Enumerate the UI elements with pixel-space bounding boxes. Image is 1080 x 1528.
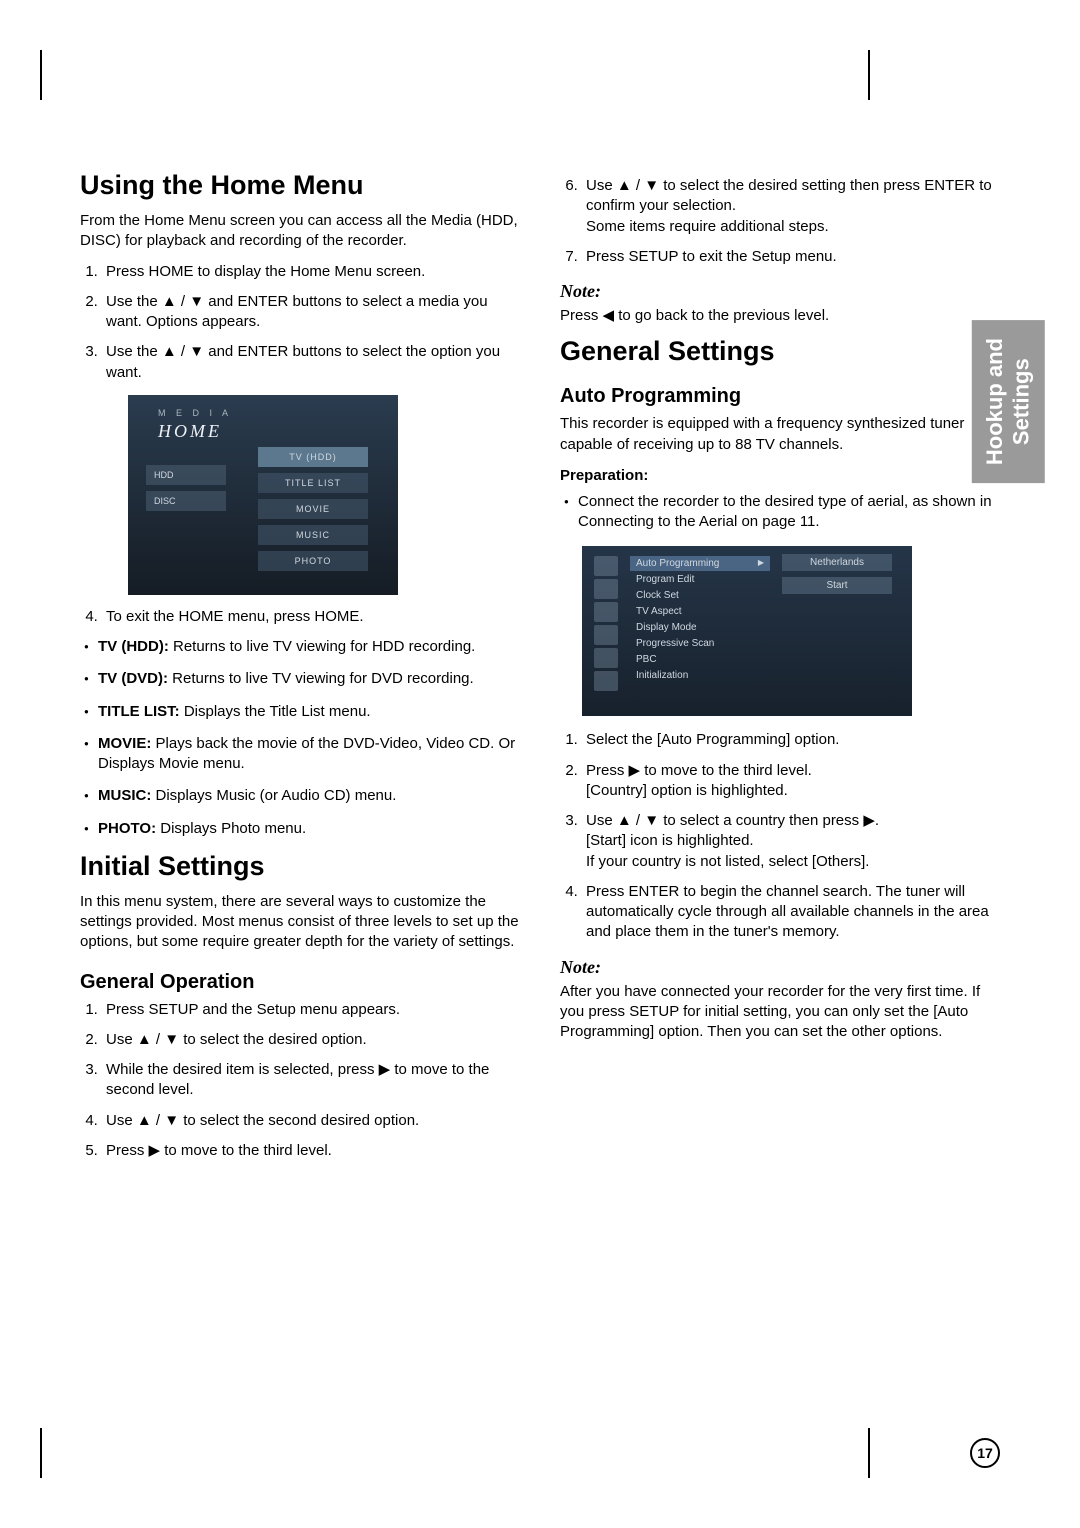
auto-step-2: Press ▶ to move to the third level. [Cou… xyxy=(582,761,1000,802)
right-icon: ▶ xyxy=(149,1142,161,1159)
genop-step-5: Press ▶ to move to the third level. xyxy=(102,1141,520,1161)
setup-icon xyxy=(594,625,618,645)
updown-icon: ▲ / ▼ xyxy=(162,343,204,360)
home-step-4: To exit the HOME menu, press HOME. xyxy=(102,607,520,627)
heading-initial-settings: Initial Settings xyxy=(80,851,520,882)
auto-intro: This recorder is equipped with a frequen… xyxy=(560,414,1000,455)
prep-bullets: Connect the recorder to the desired type… xyxy=(560,492,1000,533)
right-icon: ▶ xyxy=(379,1061,391,1078)
home-menu-screenshot: M E D I A HOME HDD DISC TV (HDD) TITLE L… xyxy=(128,395,398,595)
genop-step-7: Press SETUP to exit the Setup menu. xyxy=(582,247,1000,267)
genop-step-2: Use ▲ / ▼ to select the desired option. xyxy=(102,1030,520,1050)
heading-general-operation: General Operation xyxy=(80,971,520,994)
updown-icon: ▲ / ▼ xyxy=(162,293,204,310)
home-mock-right-item: TV (HDD) xyxy=(258,447,368,467)
general-op-steps: Press SETUP and the Setup menu appears. … xyxy=(80,1000,520,1162)
bullet-photo: PHOTO: Displays Photo menu. xyxy=(84,819,520,839)
bullet-title-list: TITLE LIST: Displays the Title List menu… xyxy=(84,702,520,722)
auto-steps: Select the [Auto Programming] option. Pr… xyxy=(560,730,1000,942)
setup-list-item: Clock Set xyxy=(630,588,770,603)
home-bullets: TV (HDD): Returns to live TV viewing for… xyxy=(80,637,520,839)
crop-mark xyxy=(40,50,68,100)
setup-opt: Start xyxy=(782,577,892,594)
updown-icon: ▲ / ▼ xyxy=(137,1112,179,1129)
heading-using-home-menu: Using the Home Menu xyxy=(80,170,520,201)
bullet-music: MUSIC: Displays Music (or Audio CD) menu… xyxy=(84,786,520,806)
home-intro: From the Home Menu screen you can access… xyxy=(80,211,520,252)
page-number: 17 xyxy=(970,1438,1000,1468)
bullet-movie: MOVIE: Plays back the movie of the DVD-V… xyxy=(84,734,520,775)
section-tab-line2: Settings xyxy=(1009,358,1034,445)
section-tab-line1: Hookup and xyxy=(982,338,1007,465)
home-step-3: Use the ▲ / ▼ and ENTER buttons to selec… xyxy=(102,342,520,595)
crop-mark xyxy=(842,50,870,100)
genop-step-1: Press SETUP and the Setup menu appears. xyxy=(102,1000,520,1020)
setup-list-item: Display Mode xyxy=(630,620,770,635)
setup-list-item: Progressive Scan xyxy=(630,636,770,651)
setup-icon xyxy=(594,556,618,576)
setup-menu-screenshot: Auto Programming Program Edit Clock Set … xyxy=(582,546,912,716)
initial-intro: In this menu system, there are several w… xyxy=(80,892,520,953)
home-mock-right-item: PHOTO xyxy=(258,551,368,571)
heading-auto-programming: Auto Programming xyxy=(560,385,1000,408)
setup-icon xyxy=(594,648,618,668)
genop-step-6: Use ▲ / ▼ to select the desired setting … xyxy=(582,176,1000,237)
heading-general-settings: General Settings xyxy=(560,336,1000,367)
setup-list-item: TV Aspect xyxy=(630,604,770,619)
home-mock-left-item: DISC xyxy=(146,491,226,511)
crop-mark xyxy=(40,1428,68,1478)
home-mock-right-item: MOVIE xyxy=(258,499,368,519)
note-label: Note: xyxy=(560,957,1000,978)
preparation-label: Preparation: xyxy=(560,467,1000,484)
setup-icon xyxy=(594,602,618,622)
setup-opt: Netherlands xyxy=(782,554,892,571)
right-icon: ▶ xyxy=(629,762,641,779)
home-step-1: Press HOME to display the Home Menu scre… xyxy=(102,262,520,282)
prep-bullet: Connect the recorder to the desired type… xyxy=(564,492,1000,533)
setup-list-item: Initialization xyxy=(630,668,770,683)
note-2: After you have connected your recorder f… xyxy=(560,982,1000,1043)
section-tab: Hookup and Settings xyxy=(972,320,1045,483)
right-column: Use ▲ / ▼ to select the desired setting … xyxy=(560,170,1000,1171)
auto-step-3: Use ▲ / ▼ to select a country then press… xyxy=(582,811,1000,872)
right-icon: ▶ xyxy=(863,812,875,829)
updown-icon: ▲ / ▼ xyxy=(617,177,659,194)
auto-step-1: Select the [Auto Programming] option. xyxy=(582,730,1000,750)
general-op-steps-cont: Use ▲ / ▼ to select the desired setting … xyxy=(560,176,1000,267)
home-mock-right-item: TITLE LIST xyxy=(258,473,368,493)
setup-icon xyxy=(594,671,618,691)
bullet-tv-dvd: TV (DVD): Returns to live TV viewing for… xyxy=(84,669,520,689)
auto-step-4: Press ENTER to begin the channel search.… xyxy=(582,882,1000,943)
setup-icon xyxy=(594,579,618,599)
home-mock-left-item: HDD xyxy=(146,465,226,485)
note-label: Note: xyxy=(560,281,1000,302)
updown-icon: ▲ / ▼ xyxy=(617,812,659,829)
note-1: Press ◀ to go back to the previous level… xyxy=(560,306,1000,326)
genop-step-4: Use ▲ / ▼ to select the second desired o… xyxy=(102,1111,520,1131)
crop-mark xyxy=(842,1428,870,1478)
setup-list-item: Program Edit xyxy=(630,572,770,587)
left-icon: ◀ xyxy=(603,307,615,324)
setup-list-item: Auto Programming xyxy=(630,556,770,571)
home-mock-brand: M E D I A xyxy=(158,408,232,418)
updown-icon: ▲ / ▼ xyxy=(137,1031,179,1048)
genop-step-3: While the desired item is selected, pres… xyxy=(102,1060,520,1101)
setup-list-item: PBC xyxy=(630,652,770,667)
bullet-tv-hdd: TV (HDD): Returns to live TV viewing for… xyxy=(84,637,520,657)
home-mock-title: HOME xyxy=(158,419,232,443)
home-steps: Press HOME to display the Home Menu scre… xyxy=(80,262,520,628)
home-step-2: Use the ▲ / ▼ and ENTER buttons to selec… xyxy=(102,292,520,333)
home-mock-right-item: MUSIC xyxy=(258,525,368,545)
left-column: Using the Home Menu From the Home Menu s… xyxy=(80,170,520,1171)
